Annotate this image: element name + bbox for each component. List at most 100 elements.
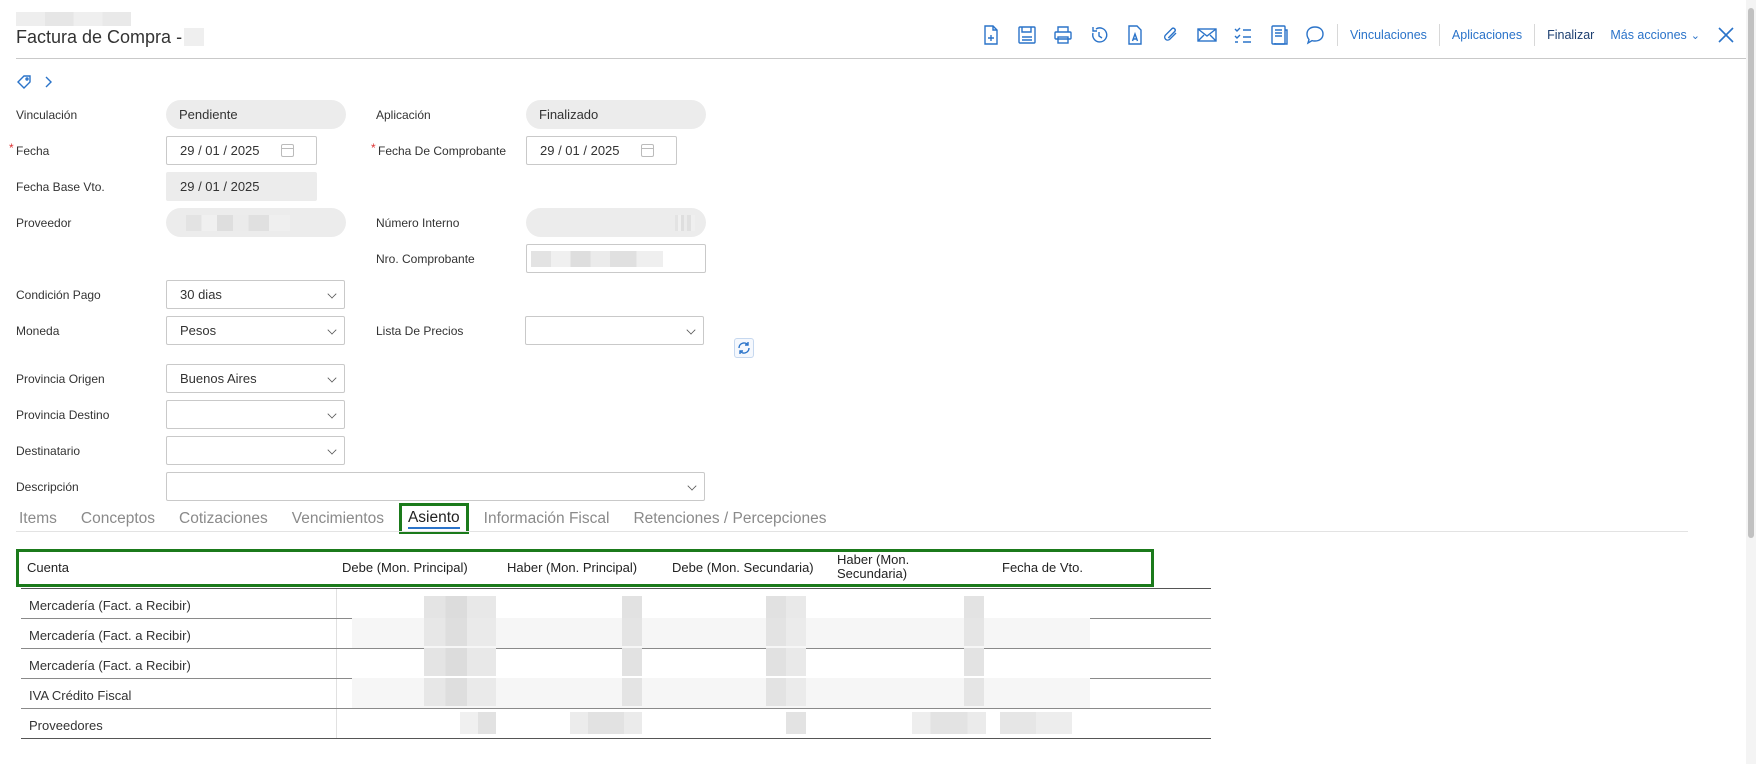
vertical-scrollbar[interactable] [1746,0,1756,764]
column-header-fecha-vto[interactable]: Fecha de Vto. [1002,561,1083,575]
fecha-base-vto-label: Fecha Base Vto. [16,180,105,194]
redacted-amount [912,712,986,734]
toolbar-divider [1337,24,1338,46]
tab-cotizaciones[interactable]: Cotizaciones [176,507,271,534]
table-row-redacted-amounts [352,648,1090,678]
lista-precios-select[interactable] [525,316,704,345]
provincia-origen-select[interactable]: Buenos Aires [166,364,345,393]
fecha-input[interactable]: 29 / 01 / 2025 [166,136,317,165]
table-header-border [21,588,1211,589]
column-header-haber-secundaria[interactable]: Haber (Mon. Secundaria) [837,553,909,581]
provincia-destino-select[interactable] [166,400,345,429]
fecha-comprobante-label: * Fecha De Comprobante [371,141,506,158]
redacted-amount [460,712,496,734]
table-row-cuenta[interactable]: IVA Crédito Fiscal [29,688,131,703]
tab-items[interactable]: Items [16,507,60,534]
header-divider [16,58,1746,59]
proveedor-label: Proveedor [16,216,72,230]
document-a-icon[interactable] [1117,20,1153,50]
column-header-cuenta[interactable]: Cuenta [27,561,69,575]
provincia-origen-label: Provincia Origen [16,372,105,386]
moneda-value: Pesos [180,323,217,338]
tag-row [16,74,56,90]
scrollbar-thumb[interactable] [1748,8,1754,538]
tab-bar: Items Conceptos Cotizaciones Vencimiento… [16,503,847,534]
destinatario-select[interactable] [166,436,345,465]
page-title-text: Factura de Compra - [16,27,183,47]
print-icon[interactable] [1045,20,1081,50]
tab-vencimientos[interactable]: Vencimientos [289,507,387,534]
save-icon[interactable] [1009,20,1045,50]
aplicacion-label: Aplicación [376,108,431,122]
nro-comprobante-input[interactable] [526,244,706,273]
condicion-pago-select[interactable]: 30 dias [166,280,345,309]
column-header-haber-secundaria-line1: Haber (Mon. [837,552,910,567]
redacted-amount [964,618,984,646]
fecha-label-text: Fecha [16,144,50,158]
tab-retenciones-percepciones[interactable]: Retenciones / Percepciones [630,507,829,534]
redacted-date [1000,712,1072,734]
numero-interno-redacted [675,214,695,231]
condicion-pago-value: 30 dias [180,287,222,302]
moneda-select[interactable]: Pesos [166,316,345,345]
checklist-icon[interactable] [1225,20,1261,50]
redacted-amount [622,618,642,646]
tab-informacion-fiscal[interactable]: Información Fiscal [481,507,613,534]
calendar-icon[interactable] [641,144,654,157]
moneda-label: Moneda [16,324,60,338]
fecha-label: * Fecha [9,141,50,158]
fecha-base-vto-field: 29 / 01 / 2025 [166,172,317,201]
notes-icon[interactable] [1261,20,1297,50]
condicion-pago-label: Condición Pago [16,288,101,302]
mas-acciones-dropdown[interactable]: Más acciones ⌄ [1602,28,1708,42]
tab-conceptos[interactable]: Conceptos [78,507,158,534]
comment-icon[interactable] [1297,20,1333,50]
redacted-amount [964,678,984,706]
redacted-amount [424,648,496,676]
table-row-cuenta[interactable]: Mercadería (Fact. a Recibir) [29,658,191,673]
redacted-amount [766,678,806,706]
finalizar-button[interactable]: Finalizar [1539,28,1602,42]
table-row-cuenta[interactable]: Mercadería (Fact. a Recibir) [29,628,191,643]
required-marker: * [9,141,14,155]
column-header-debe-principal[interactable]: Debe (Mon. Principal) [342,561,468,575]
vinculaciones-link[interactable]: Vinculaciones [1342,28,1435,42]
close-icon[interactable] [1708,20,1744,50]
undo-icon[interactable] [1081,20,1117,50]
aplicacion-field: Finalizado [526,100,706,129]
tab-asiento[interactable]: Asiento [398,503,469,534]
redacted-amount [766,618,806,646]
calendar-icon[interactable] [281,144,294,157]
column-header-debe-secundaria[interactable]: Debe (Mon. Secundaria) [672,561,814,575]
row-divider [21,708,1211,709]
column-header-haber-secundaria-line2: Secundaria) [837,566,908,581]
proveedor-field[interactable] [166,208,346,237]
provincia-destino-label: Provincia Destino [16,408,110,422]
table-row-cuenta[interactable]: Proveedores [29,718,103,733]
chevron-down-icon [327,325,337,335]
chevron-down-icon [327,409,337,419]
vinculacion-field: Pendiente [166,100,346,129]
redacted-amount [622,648,642,676]
aplicaciones-link[interactable]: Aplicaciones [1444,28,1530,42]
descripcion-label: Descripción [16,480,79,494]
redacted-amount [766,648,806,676]
nro-comprobante-label: Nro. Comprobante [376,252,475,266]
tag-icon[interactable] [16,74,32,90]
mail-icon[interactable] [1189,20,1225,50]
fecha-comprobante-value: 29 / 01 / 2025 [540,143,620,158]
descripcion-select[interactable] [166,472,705,501]
column-header-haber-principal[interactable]: Haber (Mon. Principal) [507,561,637,575]
chevron-down-icon [327,445,337,455]
refresh-button[interactable] [734,338,754,358]
table-row-cuenta[interactable]: Mercadería (Fact. a Recibir) [29,598,191,613]
table-row-redacted-amounts [352,678,1090,708]
chevron-down-icon: ⌄ [1690,30,1700,42]
fecha-comprobante-input[interactable]: 29 / 01 / 2025 [526,136,677,165]
new-document-icon[interactable] [973,20,1009,50]
redacted-amount [964,648,984,676]
chevron-right-icon[interactable] [40,74,56,90]
nro-comprobante-redacted [531,250,663,267]
chevron-down-icon [327,289,337,299]
attachment-icon[interactable] [1153,20,1189,50]
